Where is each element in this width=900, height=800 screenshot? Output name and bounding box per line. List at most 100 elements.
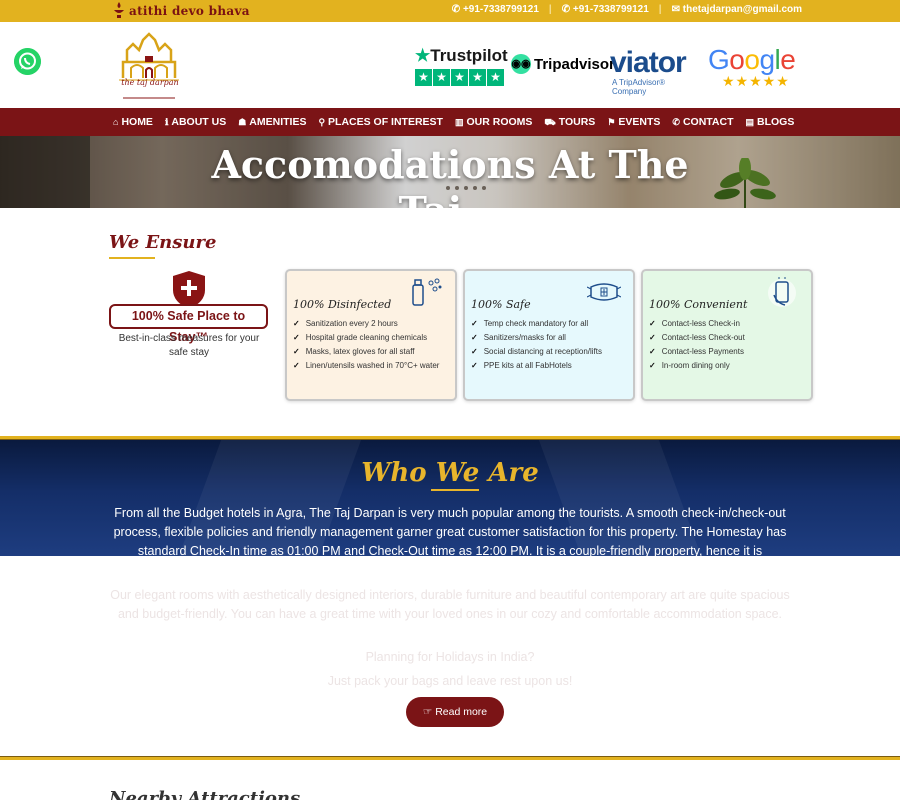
list-item: Sanitizers/masks for all (471, 331, 627, 345)
nav-item-about-us[interactable]: ℹ ABOUT US (165, 116, 226, 129)
list-item: Temp check mandatory for all (471, 317, 627, 331)
nav-label: TOURS (558, 116, 596, 128)
heading-underline (431, 489, 479, 491)
face-mask-icon (587, 283, 621, 301)
hero-title-line1: Accomodations At The (211, 142, 689, 187)
carousel-dot[interactable] (482, 186, 486, 190)
nav-item-home[interactable]: ⌂ HOME (113, 116, 153, 129)
bed-icon: ▥ (454, 117, 464, 127)
list-item: In-room dining only (649, 359, 805, 373)
star-icon: ★ (451, 69, 468, 86)
hero-title-line2: Taj... (0, 188, 900, 208)
nav-label: HOME (121, 116, 153, 128)
home-icon: ⌂ (113, 117, 119, 127)
viator-badge[interactable]: viator A TripAdvisor® Company (610, 46, 687, 96)
star-icon: ★ (415, 69, 432, 86)
logo-wordmark: the taj darpan (121, 78, 179, 87)
carousel-dot[interactable] (446, 186, 450, 190)
who-we-are-paragraph-1: From all the Budget hotels in Agra, The … (113, 506, 787, 577)
phone1-text: +91-7338799121 (462, 4, 539, 15)
email-link[interactable]: ✉ thetajdarpan@gmail.com (672, 4, 802, 15)
phone-icon: ✆ (672, 117, 680, 127)
trustpilot-label: Trustpilot (430, 46, 508, 65)
info-icon: ℹ (164, 117, 169, 127)
card-list: Sanitization every 2 hours Hospital grad… (293, 317, 449, 373)
list-item: Contact-less Payments (649, 345, 805, 359)
feature-card-disinfected: 100% Disinfected Sanitization every 2 ho… (285, 269, 457, 401)
suitcase-icon: ⛟ (544, 117, 556, 127)
carousel-dot[interactable] (464, 186, 468, 190)
who-we-are-paragraph-2: Our elegant rooms with aesthetically des… (110, 588, 790, 621)
nav-label: BLOGS (757, 116, 795, 128)
holiday-tagline: Just pack your bags and leave rest upon … (327, 674, 573, 688)
whatsapp-phone-link[interactable]: ✆ +91-7338799121 (452, 4, 539, 15)
divider: | (548, 4, 552, 15)
list-item: Sanitization every 2 hours (293, 317, 449, 331)
tripadvisor-badge[interactable]: ◉◉ Tripadvisor (511, 54, 615, 74)
taj-darpan-logo[interactable] (113, 32, 185, 100)
card-list: Contact-less Check-in Contact-less Check… (649, 317, 805, 373)
section-border (0, 756, 900, 760)
list-item: Contact-less Check-out (649, 331, 805, 345)
nav-label: EVENTS (618, 116, 661, 128)
nav-item-our-rooms[interactable]: ▥ OUR ROOMS (455, 116, 532, 129)
google-rating-stars: ★★★★★ (722, 73, 790, 89)
main-nav: ⌂ HOME ℹ ABOUT US ☗ AMENITIES ⚲ PLACES OF IN… (0, 108, 900, 136)
feature-card-convenient: 100% Convenient Contact-less Check-in Co… (641, 269, 813, 401)
diya-lamp-icon (114, 2, 124, 18)
phone2-text: +91-7338799121 (572, 4, 649, 15)
map-pin-icon: ⚲ (318, 117, 326, 127)
blog-icon: ▤ (745, 117, 755, 127)
email-text: thetajdarpan@gmail.com (682, 4, 802, 15)
nav-item-amenities[interactable]: ☗ AMENITIES (238, 116, 306, 129)
nearby-attractions-heading: Nearby Attractions (109, 788, 301, 800)
nav-item-places-of-interest[interactable]: ⚲ PLACES OF INTEREST (318, 116, 443, 129)
tagline: atithi devo bhava (113, 2, 250, 18)
nav-label: AMENITIES (249, 116, 307, 128)
who-we-are-heading: Who We Are (361, 458, 539, 488)
star-icon: ★ (487, 69, 504, 86)
list-item: Contact-less Check-in (649, 317, 805, 331)
sanitizer-spray-icon (412, 278, 442, 306)
trustpilot-badge[interactable]: ★Trustpilot ★ ★ ★ ★ ★ (415, 46, 508, 86)
car-icon: ⚑ (607, 117, 616, 127)
nav-item-blogs[interactable]: ▤ BLOGS (746, 116, 795, 129)
site-header: the taj darpan ★Trustpilot ★ ★ ★ ★ ★ ◉◉ Trip… (0, 22, 900, 108)
google-badge[interactable]: Google ★★★★★ (708, 44, 796, 90)
whatsapp-icon[interactable] (14, 48, 41, 75)
trustpilot-star-icon: ★ (415, 46, 431, 65)
carousel-dot[interactable] (473, 186, 477, 190)
top-bar: atithi devo bhava ✆ +91-7338799121 | ✆ +… (0, 0, 900, 22)
nav-item-events[interactable]: ⚑ EVENTS (607, 116, 660, 129)
card-list: Temp check mandatory for all Sanitizers/… (471, 317, 627, 373)
thumbs-up-icon: ☞ (422, 706, 436, 718)
carousel-dot[interactable] (455, 186, 459, 190)
trustpilot-rating: ★ ★ ★ ★ ★ (415, 69, 507, 86)
hero-title: Accomodations At The Taj... (0, 142, 900, 208)
viator-sublabel: A TripAdvisor® Company (612, 78, 666, 96)
read-more-button[interactable]: ☞ Read more (406, 697, 504, 727)
tripadvisor-owl-icon: ◉◉ (511, 54, 531, 74)
nav-label: OUR ROOMS (466, 116, 533, 128)
star-icon: ★ (433, 69, 450, 86)
feature-card-safe: 100% Safe Temp check mandatory for all S… (463, 269, 635, 401)
safe-place-description: Best-in-class measures for your safe sta… (118, 333, 260, 358)
list-item: Masks, latex gloves for all staff (293, 345, 449, 359)
read-more-label: Read more (435, 706, 488, 718)
nav-label: CONTACT (682, 116, 734, 128)
holiday-question: Planning for Holidays in India? (365, 650, 535, 664)
nav-item-tours[interactable]: ⛟ TOURS (544, 116, 595, 129)
star-icon: ★ (469, 69, 486, 86)
list-item: Linen/utensils washed in 70°C+ water (293, 359, 449, 373)
carousel-dots (446, 186, 486, 190)
nav-item-contact[interactable]: ✆ CONTACT (672, 116, 733, 129)
nav-label: ABOUT US (171, 116, 227, 128)
safe-place-badge: 100% Safe Place to Stay™ (109, 304, 268, 344)
nav-label: PLACES OF INTEREST (328, 116, 443, 128)
tagline-text: atithi devo bhava (129, 4, 250, 18)
phone-link[interactable]: ✆ +91-7338799121 (562, 4, 649, 15)
we-ensure-heading: We Ensure (109, 232, 217, 253)
viator-label: viator (610, 46, 687, 79)
nav-list: ⌂ HOME ℹ ABOUT US ☗ AMENITIES ⚲ PLACES OF IN… (113, 116, 794, 129)
google-label: Google (708, 44, 796, 75)
